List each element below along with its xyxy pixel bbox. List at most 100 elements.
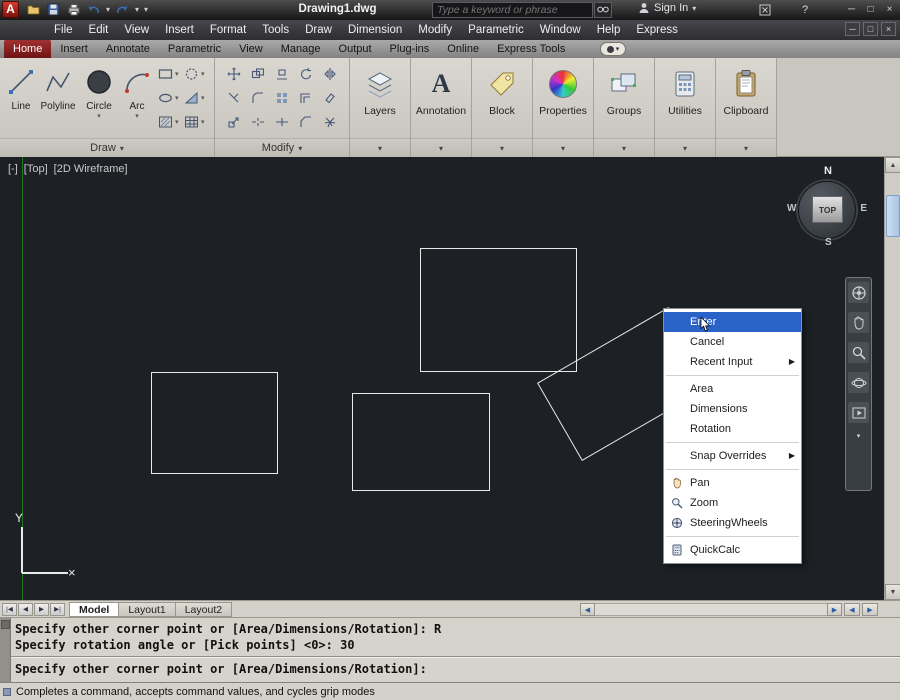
viewcube-west[interactable]: W <box>787 203 796 214</box>
menu-modify[interactable]: Modify <box>410 20 460 40</box>
viewport-view-control[interactable]: [Top] <box>24 163 48 175</box>
context-menu-item-dimensions[interactable]: Dimensions <box>664 399 801 419</box>
context-menu-item-snap-overrides[interactable]: Snap Overrides ▶ <box>664 446 801 466</box>
tab-view[interactable]: View <box>230 40 272 58</box>
tab-model[interactable]: Model <box>69 601 120 617</box>
scroll-down-icon[interactable]: ▼ <box>885 584 900 600</box>
layout-next-icon[interactable]: ▶ <box>34 602 49 616</box>
erase-icon[interactable] <box>318 86 342 110</box>
menu-express[interactable]: Express <box>628 20 686 40</box>
save-icon[interactable] <box>46 2 61 17</box>
menu-dimension[interactable]: Dimension <box>340 20 410 40</box>
region-tool-button[interactable]: ▾ <box>184 62 210 86</box>
explode-icon[interactable] <box>318 110 342 134</box>
annotation-button[interactable]: A Annotation <box>411 59 471 138</box>
context-menu-item-pan[interactable]: Pan <box>664 473 801 493</box>
trim-icon[interactable] <box>222 86 246 110</box>
scroll-right-icon[interactable]: ▶ <box>827 603 842 616</box>
viewcube[interactable]: N W E S TOP <box>786 163 870 251</box>
context-menu-item-area[interactable]: Area <box>664 379 801 399</box>
context-menu-item-enter[interactable]: Enter <box>664 312 801 332</box>
tab-insert[interactable]: Insert <box>51 40 97 58</box>
menu-format[interactable]: Format <box>202 20 254 40</box>
block-button[interactable]: Block <box>472 59 532 138</box>
vertical-scrollbar[interactable]: ▲ ▼ <box>884 157 900 600</box>
viewport-visual-style-control[interactable]: [2D Wireframe] <box>54 163 128 175</box>
redo-chevron-down-icon[interactable]: ▾ <box>135 5 139 14</box>
tab-layout2[interactable]: Layout2 <box>175 601 233 617</box>
offset-icon[interactable] <box>294 86 318 110</box>
properties-panel-footer[interactable]: ▾ <box>533 138 593 157</box>
showmotion-tool-icon[interactable] <box>848 402 869 423</box>
close-icon[interactable]: × <box>881 2 898 17</box>
horizontal-scroll-track[interactable] <box>595 603 827 616</box>
layout-prev-icon[interactable]: ◀ <box>18 602 33 616</box>
line-button[interactable]: Line <box>4 59 38 138</box>
doc-restore-icon[interactable]: □ <box>863 22 878 36</box>
viewport-menu-control[interactable]: [-] <box>8 163 18 175</box>
block-panel-footer[interactable]: ▾ <box>472 138 532 157</box>
command-prompt[interactable]: Specify other corner point or [Area/Dime… <box>15 662 427 676</box>
table-tool-button[interactable]: ▾ <box>184 110 210 134</box>
rectangle-tool-button[interactable]: ▾ <box>158 62 184 86</box>
redo-icon[interactable] <box>115 2 130 17</box>
viewcube-south[interactable]: S <box>825 237 832 248</box>
tab-output[interactable]: Output <box>330 40 381 58</box>
scroll-up-icon[interactable]: ▲ <box>885 157 900 173</box>
annotation-panel-footer[interactable]: ▾ <box>411 138 471 157</box>
tab-parametric[interactable]: Parametric <box>159 40 230 58</box>
tab-annotate[interactable]: Annotate <box>97 40 159 58</box>
navbar-chevron-down-icon[interactable]: ▾ <box>857 432 861 440</box>
tab-express-tools[interactable]: Express Tools <box>488 40 574 58</box>
undo-icon[interactable] <box>86 2 101 17</box>
properties-button[interactable]: Properties <box>533 59 593 138</box>
tab-plugins[interactable]: Plug-ins <box>381 40 439 58</box>
utilities-panel-footer[interactable]: ▾ <box>655 138 715 157</box>
mirror-icon[interactable] <box>318 62 342 86</box>
doc-minimize-icon[interactable]: ─ <box>845 22 860 36</box>
context-menu-item-cancel[interactable]: Cancel <box>664 332 801 352</box>
ribbon-minimize-button[interactable]: ▾ <box>600 42 626 56</box>
context-menu-item-rotation[interactable]: Rotation <box>664 419 801 439</box>
scale-icon[interactable] <box>222 110 246 134</box>
horizontal-scrollbar[interactable]: ◀ ▶ ◀ ▶ <box>580 603 878 616</box>
ellipse-tool-button[interactable]: ▾ <box>158 86 184 110</box>
drawing-canvas[interactable]: [-] [Top] [2D Wireframe] N W E S TOP ▾ Y… <box>0 157 884 600</box>
clipboard-button[interactable]: Clipboard <box>716 59 776 138</box>
layout-first-icon[interactable]: |◀ <box>2 602 17 616</box>
search-input[interactable] <box>433 4 592 16</box>
scroll-left-icon[interactable]: ◀ <box>580 603 595 616</box>
layout-last-icon[interactable]: ▶| <box>50 602 65 616</box>
doc-close-icon[interactable]: × <box>881 22 896 36</box>
command-window[interactable]: Specify other corner point or [Area/Dime… <box>0 617 900 683</box>
copy-icon[interactable] <box>246 62 270 86</box>
menu-draw[interactable]: Draw <box>297 20 340 40</box>
gradient-tool-button[interactable]: ▾ <box>184 86 210 110</box>
open-icon[interactable] <box>26 2 41 17</box>
orbit-tool-icon[interactable] <box>848 372 869 393</box>
exchange-icon[interactable] <box>757 3 773 17</box>
circle-button[interactable]: Circle ▾ <box>78 59 120 138</box>
search-icon[interactable] <box>594 2 612 18</box>
draw-panel-footer[interactable]: Draw ▾ <box>0 138 214 157</box>
rotate-icon[interactable] <box>294 62 318 86</box>
menu-help[interactable]: Help <box>589 20 629 40</box>
full-navigation-wheel-icon[interactable] <box>848 282 869 303</box>
layers-button[interactable]: Layers <box>350 59 410 138</box>
chamfer-icon[interactable] <box>294 110 318 134</box>
tab-online[interactable]: Online <box>438 40 488 58</box>
menu-insert[interactable]: Insert <box>157 20 202 40</box>
pan-left-button[interactable]: ◀ <box>844 603 860 616</box>
utilities-button[interactable]: Utilities <box>655 59 715 138</box>
menu-parametric[interactable]: Parametric <box>460 20 532 40</box>
context-menu-item-steeringwheels[interactable]: SteeringWheels <box>664 513 801 533</box>
modify-panel-footer[interactable]: Modify ▾ <box>215 138 349 157</box>
hatch-tool-button[interactable]: ▾ <box>158 110 184 134</box>
signin-control[interactable]: Sign In ▾ <box>638 2 696 14</box>
join-icon[interactable] <box>270 110 294 134</box>
tab-layout1[interactable]: Layout1 <box>119 601 176 617</box>
stretch-icon[interactable] <box>270 62 294 86</box>
tab-home[interactable]: Home <box>4 40 52 58</box>
break-icon[interactable] <box>246 110 270 134</box>
context-menu-item-quickcalc[interactable]: QuickCalc <box>664 540 801 560</box>
